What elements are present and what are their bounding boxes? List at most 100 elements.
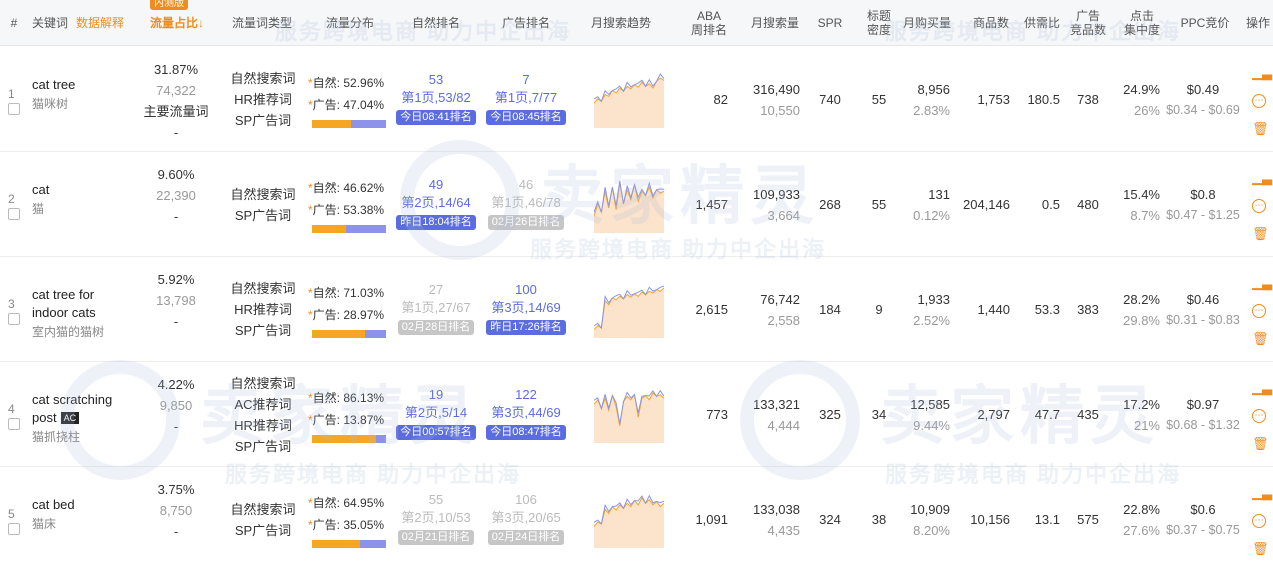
traffic-share-cell: 5.92% 13,798 - — [140, 269, 212, 332]
organic-rank-cell[interactable]: 19 第2页,5/14 今日00:57排名 — [392, 386, 480, 440]
trend-sparkline[interactable] — [594, 72, 664, 128]
keyword-label: cat tree for indoor cats — [32, 286, 96, 320]
trend-sparkline[interactable] — [594, 387, 664, 443]
traffic-dist-cell: *自然: 64.95% *广告: 35.05% — [308, 492, 392, 548]
header-ad-competitors[interactable]: 广告 竞品数 — [1066, 0, 1110, 46]
trash-icon[interactable]: 🗑︎ — [1252, 331, 1269, 346]
ad-rank-page: 第3页,44/69 — [491, 404, 561, 420]
ad-dist-label: 广告: — [312, 307, 341, 322]
organic-rank-cell[interactable]: 53 第1页,53/82 今日08:41排名 — [392, 71, 480, 125]
chart-icon[interactable]: ▁▃ — [1252, 380, 1272, 395]
row-checkbox[interactable] — [8, 207, 20, 220]
header-ppc[interactable]: PPC竞价 — [1172, 0, 1238, 46]
keyword-text[interactable]: cat — [32, 181, 132, 199]
ppc-bid: $0.6 — [1190, 501, 1216, 517]
keyword-text[interactable]: cat tree — [32, 76, 132, 94]
more-icon[interactable]: ⋯ — [1252, 93, 1266, 108]
header-click[interactable]: 点击 集中度 — [1118, 0, 1166, 46]
trend-sparkline[interactable] — [594, 177, 664, 233]
kw-type-cell: 自然搜索词 HR推荐词 SP广告词 — [222, 278, 304, 341]
kw-type-item: SP广告词 — [234, 113, 292, 128]
chart-icon[interactable]: ▁▃ — [1252, 275, 1272, 290]
ad-rank-number: 122 — [515, 386, 537, 402]
header-organic-rank[interactable]: 自然排名 — [392, 0, 480, 46]
traffic-dist-cell: *自然: 52.96% *广告: 47.04% — [308, 72, 392, 128]
more-icon[interactable]: ⋯ — [1252, 198, 1266, 213]
header-aba-line1: ABA — [696, 9, 721, 23]
header-ad-line2: 竞品数 — [1069, 23, 1106, 37]
ppc-range: $0.37 - $0.75 — [1166, 522, 1240, 537]
more-icon[interactable]: ⋯ — [1252, 303, 1266, 318]
organic-dist-label: 自然: — [312, 495, 341, 510]
traffic-dash: - — [173, 208, 179, 224]
kw-type-item: HR推荐词 — [234, 92, 292, 107]
organic-rank-cell[interactable]: 55 第2页,10/53 02月21日排名 — [392, 491, 480, 545]
row-checkbox[interactable] — [8, 312, 20, 325]
traffic-dist-cell: *自然: 71.03% *广告: 28.97% — [308, 282, 392, 338]
header-monthly-buy[interactable]: 月购买量 — [898, 0, 956, 46]
more-icon[interactable]: ⋯ — [1252, 408, 1266, 423]
title-density-value: 38 — [871, 511, 887, 527]
traffic-dist-bar — [312, 434, 386, 443]
click-concentration: 15.4% — [1123, 186, 1160, 202]
ppc-cell: $0.8 $0.47 - $1.25 — [1160, 184, 1246, 226]
row-actions: ▁▃ ⋯ 🗑︎ — [1252, 485, 1272, 563]
ad-rank-cell[interactable]: 100 第3页,14/69 昨日17:26排名 — [482, 281, 570, 335]
row-checkbox[interactable] — [8, 522, 20, 535]
trash-icon[interactable]: 🗑︎ — [1252, 436, 1269, 451]
keyword-text[interactable]: cat scratching post AC — [32, 391, 132, 427]
chart-icon[interactable]: ▁▃ — [1252, 65, 1272, 80]
data-help-link[interactable]: 数据解释 — [76, 16, 124, 30]
supply-ratio-value: 180.5 — [1027, 91, 1060, 107]
ad-rank-time: 02月24日排名 — [487, 529, 565, 545]
header-click-line1: 点击 — [1129, 9, 1154, 23]
header-spr[interactable]: SPR — [812, 0, 848, 46]
header-monthly-search[interactable]: 月搜索量 — [745, 0, 805, 46]
ad-rank-cell[interactable]: 106 第3页,20/65 02月24日排名 — [482, 491, 570, 545]
monthly-buy-cell: 10,909 8.20% — [898, 499, 950, 541]
trash-icon[interactable]: 🗑︎ — [1252, 121, 1269, 136]
traffic-volume: 9,850 — [159, 397, 193, 413]
kw-type-item: SP广告词 — [234, 323, 292, 338]
chart-icon[interactable]: ▁▃ — [1252, 485, 1272, 500]
monthly-search-volume: 76,742 — [760, 291, 800, 307]
supply-ratio-value: 47.7 — [1034, 406, 1060, 422]
header-traffic-share-sort[interactable]: 流量占比↓ — [142, 0, 212, 46]
organic-rank-cell[interactable]: 49 第2页,14/64 昨日18:04排名 — [392, 176, 480, 230]
spr-value: 324 — [819, 511, 841, 527]
organic-rank-page: 第2页,10/53 — [401, 509, 471, 525]
keyword-cell: cat 猫 — [32, 181, 132, 220]
ad-competitors-value: 435 — [1077, 406, 1099, 422]
ad-rank-cell[interactable]: 7 第1页,7/77 今日08:45排名 — [482, 71, 570, 125]
chart-icon[interactable]: ▁▃ — [1252, 170, 1272, 185]
organic-rank-cell[interactable]: 27 第1页,27/67 02月28日排名 — [392, 281, 480, 335]
ad-rank-cell[interactable]: 46 第1页,46/78 02月26日排名 — [482, 176, 570, 230]
trend-sparkline[interactable] — [594, 492, 664, 548]
header-ad-rank[interactable]: 广告排名 — [482, 0, 570, 46]
organic-rank-number: 53 — [428, 71, 444, 87]
table-row: 4 cat scratching post AC 猫抓挠柱 4.22% 9,850… — [0, 362, 1273, 467]
keyword-text[interactable]: cat tree for indoor cats — [32, 286, 132, 322]
header-title-line1: 标题 — [866, 9, 891, 23]
keyword-text[interactable]: cat bed — [32, 496, 132, 514]
monthly-buy-cell: 8,956 2.83% — [898, 79, 950, 121]
row-checkbox[interactable] — [8, 417, 20, 430]
ppc-cell: $0.97 $0.68 - $1.32 — [1160, 394, 1246, 436]
kw-type-cell: 自然搜索词 SP广告词 — [222, 184, 304, 226]
more-icon[interactable]: ⋯ — [1252, 513, 1266, 528]
trend-sparkline[interactable] — [594, 282, 664, 338]
monthly-buy-rate: 8.20% — [913, 522, 950, 538]
table-row: 3 cat tree for indoor cats 室内猫的猫树 5.92% … — [0, 257, 1273, 362]
header-title-density[interactable]: 标题 密度 — [860, 0, 898, 46]
ad-rank-cell[interactable]: 122 第3页,44/69 今日08:47排名 — [482, 386, 570, 440]
traffic-dist-organic-fill — [312, 329, 365, 338]
trash-icon[interactable]: 🗑︎ — [1252, 226, 1269, 241]
header-products[interactable]: 商品数 — [966, 0, 1016, 46]
trash-icon[interactable]: 🗑︎ — [1252, 541, 1269, 556]
row-checkbox[interactable] — [8, 102, 20, 115]
ad-dist: *广告: 28.97% — [308, 307, 385, 322]
header-aba[interactable]: ABA 周排名 — [685, 0, 733, 46]
header-title-line2: 密度 — [866, 23, 891, 37]
header-ops: 操作 — [1245, 16, 1270, 30]
header-supply[interactable]: 供需比 — [1020, 0, 1064, 46]
